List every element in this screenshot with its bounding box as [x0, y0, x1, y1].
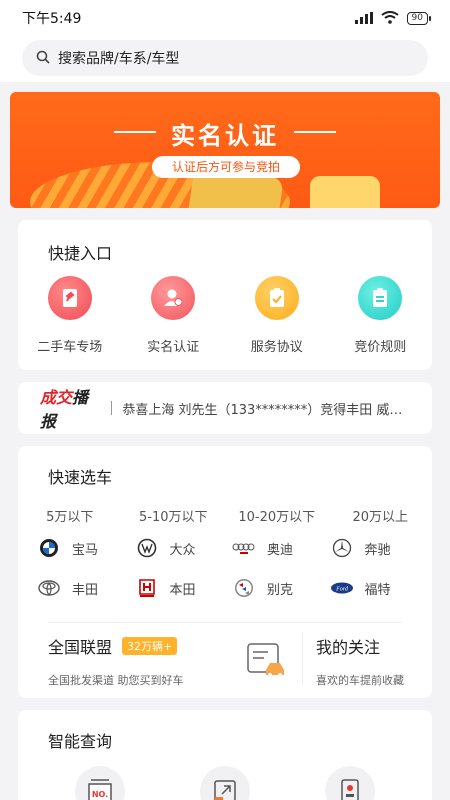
deal-broadcast[interactable]: 成交播报 恭喜上海 刘先生（133********）竞得丰田 威兰达 — [18, 382, 432, 434]
brand-name: 奔驰 — [364, 542, 391, 558]
fast-select-title: 快速选车 — [48, 468, 113, 487]
quick-item-agreement[interactable]: 服务协议 — [225, 276, 329, 355]
smart-query-title: 智能查询 — [48, 732, 113, 751]
brand-item-ford[interactable]: Ford 福特 — [329, 578, 427, 598]
banner-decoration — [310, 176, 380, 208]
brand-item-benz[interactable]: 奔驰 — [329, 538, 427, 558]
brand-item-toyota[interactable]: 丰田 — [36, 578, 134, 598]
my-follow-entry[interactable]: 我的关注 喜欢的车提前收藏 — [316, 634, 404, 688]
audi-logo-icon — [231, 538, 257, 558]
quick-entry-card: 快捷入口 二手车专场 实名认证 服务协议 竞价规则 — [18, 220, 432, 370]
wifi-icon — [380, 9, 399, 28]
union-badge: 32万辆+ — [122, 637, 178, 655]
brand-name: 本田 — [169, 582, 196, 598]
price-range-item[interactable]: 20万以上 — [329, 506, 433, 525]
price-range-item[interactable]: 10-20万以下 — [225, 506, 329, 525]
price-range-item[interactable]: 5万以下 — [18, 506, 122, 525]
agreement-icon — [254, 276, 299, 320]
follow-title: 我的关注 — [316, 638, 381, 657]
svg-text:Ford: Ford — [335, 587, 349, 593]
price-range-row: 5万以下 5-10万以下 10-20万以下 20万以上 — [18, 506, 432, 525]
section-divider — [48, 622, 402, 623]
broadcast-divider — [111, 401, 113, 415]
brand-item-bmw[interactable]: 宝马 — [36, 538, 134, 558]
brand-grid: 宝马 大众 奥迪 奔驰 丰田 本田 别克 Ford 福特 — [36, 538, 426, 598]
search-icon — [36, 49, 50, 68]
vw-logo-icon — [134, 538, 160, 558]
broadcast-tag: 成交播报 — [40, 384, 101, 432]
search-input[interactable]: 搜索品牌/车系/车型 — [22, 40, 428, 76]
brand-item-honda[interactable]: 本田 — [134, 578, 232, 598]
brand-item-vw[interactable]: 大众 — [134, 538, 232, 558]
buick-logo-icon — [231, 578, 257, 598]
smart-query-card: 智能查询 NO. — [18, 710, 432, 800]
quick-entry-title: 快捷入口 — [48, 244, 113, 263]
number-query-icon[interactable]: NO. — [75, 766, 126, 800]
benz-logo-icon — [329, 538, 355, 558]
quick-item-rules[interactable]: 竞价规则 — [329, 276, 433, 355]
verification-banner[interactable]: 实名认证 认证后方可参与竞拍 — [10, 92, 440, 208]
gavel-icon — [47, 276, 92, 320]
fast-select-card: 快速选车 5万以下 5-10万以下 10-20万以下 20万以上 宝马 大众 奥… — [18, 446, 432, 698]
banner-title: 实名认证 — [171, 122, 279, 150]
quick-item-label: 实名认证 — [147, 340, 200, 355]
signal-icon — [354, 9, 373, 28]
quick-item-label: 竞价规则 — [354, 340, 407, 355]
bmw-logo-icon — [36, 538, 62, 558]
banner-subtitle: 认证后方可参与竞拍 — [152, 156, 300, 178]
union-title: 全国联盟 — [48, 638, 113, 657]
status-time: 下午5:49 — [22, 11, 82, 27]
broadcast-message: 恭喜上海 刘先生（133********）竞得丰田 威兰达 — [122, 402, 410, 418]
honda-logo-icon — [134, 578, 160, 598]
status-bar: 下午5:49 90 — [0, 0, 450, 36]
quick-item-label: 二手车专场 — [37, 340, 103, 355]
external-link-icon[interactable] — [199, 766, 250, 800]
svg-text:NO.: NO. — [92, 790, 108, 799]
brand-name: 丰田 — [72, 582, 99, 598]
rules-icon — [358, 276, 403, 320]
quick-item-verify[interactable]: 实名认证 — [122, 276, 226, 355]
vehicle-report-icon[interactable] — [324, 766, 375, 800]
brand-name: 福特 — [364, 582, 391, 598]
quick-item-used-car[interactable]: 二手车专场 — [18, 276, 122, 355]
broadcast-tag-red: 成交 — [40, 388, 73, 407]
brand-name: 宝马 — [72, 542, 99, 558]
follow-desc: 喜欢的车提前收藏 — [316, 674, 404, 687]
brand-name: 奥迪 — [267, 542, 294, 558]
search-bar-area: 搜索品牌/车系/车型 — [0, 36, 450, 82]
car-card-icon — [246, 640, 288, 684]
search-placeholder: 搜索品牌/车系/车型 — [58, 51, 180, 67]
brand-name: 大众 — [169, 542, 196, 558]
quick-item-label: 服务协议 — [250, 340, 303, 355]
vertical-divider — [302, 632, 303, 684]
ford-logo-icon: Ford — [329, 578, 355, 598]
battery-icon: 90 — [406, 11, 432, 25]
brand-name: 别克 — [267, 582, 294, 598]
toyota-logo-icon — [36, 578, 62, 598]
user-verify-icon — [151, 276, 196, 320]
union-desc: 全国批发渠道 助您买到好车 — [48, 674, 184, 687]
national-union-entry[interactable]: 全国联盟 32万辆+ 全国批发渠道 助您买到好车 — [48, 634, 184, 688]
brand-item-buick[interactable]: 别克 — [231, 578, 329, 598]
brand-item-audi[interactable]: 奥迪 — [231, 538, 329, 558]
price-range-item[interactable]: 5-10万以下 — [122, 506, 226, 525]
